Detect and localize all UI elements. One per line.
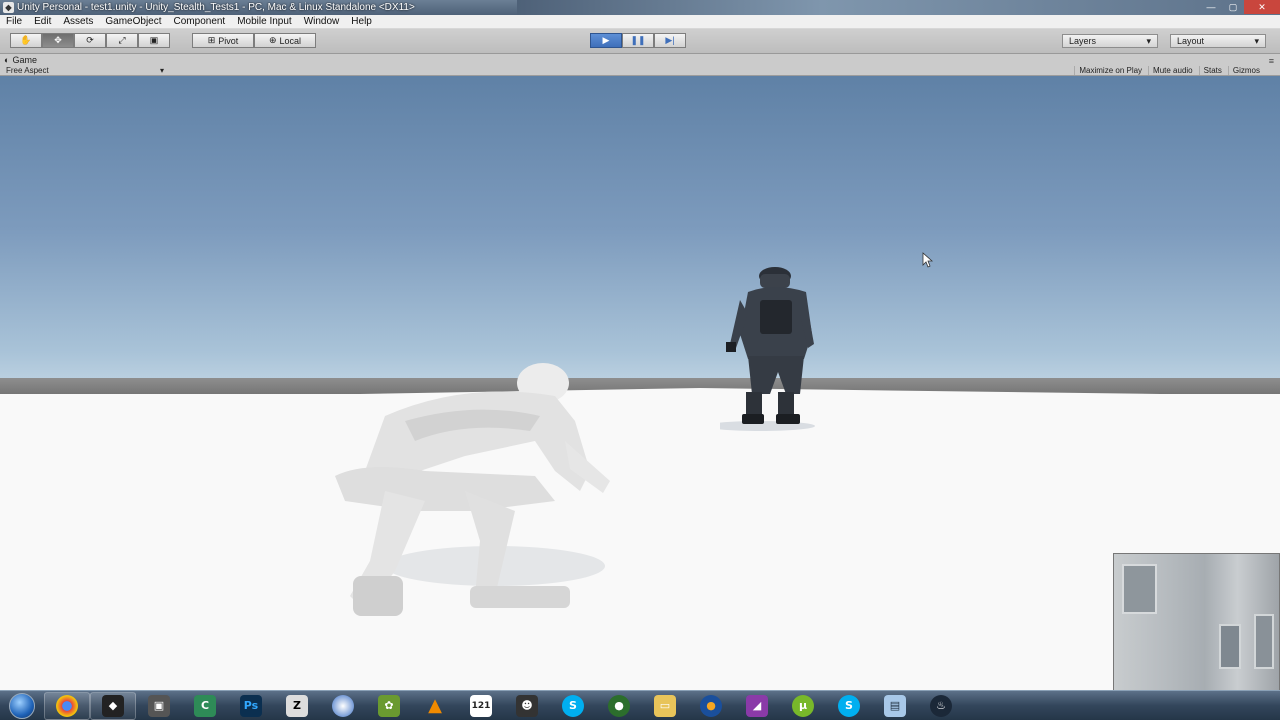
play-icon: ▶ — [602, 35, 610, 45]
crouching-character — [335, 363, 610, 616]
scale-icon: ⤢ — [118, 35, 126, 45]
network-icon[interactable]: ● — [596, 692, 642, 720]
chevron-down-icon: ▾ — [1146, 35, 1151, 46]
play-controls: ▶ ❚❚ ▶| — [590, 33, 686, 48]
menu-edit[interactable]: Edit — [28, 16, 57, 27]
layout-dropdown[interactable]: Layout ▾ — [1170, 34, 1266, 48]
menu-gameobject[interactable]: GameObject — [99, 16, 167, 27]
windows-taskbar: ◆ ▣ C Ps Z ✿ ▲ 121 ☻ S ● ▭ ● ◢ μ S ▤ ♨ — [0, 690, 1280, 720]
floor-plane — [0, 394, 1280, 690]
window-controls: — ▢ ✕ — [1200, 0, 1280, 14]
skype-icon[interactable]: S — [550, 692, 596, 720]
layers-dropdown[interactable]: Layers ▾ — [1062, 34, 1158, 48]
tab-game[interactable]: ◐ Game — [4, 55, 37, 65]
menu-help[interactable]: Help — [345, 16, 378, 27]
utorrent-icon[interactable]: μ — [780, 692, 826, 720]
hand-icon: ✋ — [20, 35, 32, 45]
aspect-dropdown[interactable]: Free Aspect ▾ — [6, 66, 164, 75]
rotate-tool-button[interactable]: ⟳ — [74, 33, 106, 48]
sphere-icon[interactable] — [320, 692, 366, 720]
unity-icon[interactable]: ◆ — [90, 691, 136, 720]
step-icon: ▶| — [665, 35, 675, 45]
game-viewport[interactable] — [0, 76, 1280, 690]
calendar-icon[interactable]: 121 — [458, 692, 504, 720]
windows-logo-icon — [9, 692, 35, 719]
game-view-options: Maximize on Play Mute audio Stats Gizmos — [1074, 66, 1264, 75]
stats-toggle[interactable]: Stats — [1198, 66, 1226, 75]
unity-editor-window: ◆ Unity Personal - test1.unity - Unity_S… — [0, 0, 1280, 720]
gizmos-dropdown[interactable]: Gizmos — [1227, 66, 1264, 75]
pivot-button[interactable]: ⊞ Pivot — [192, 33, 254, 48]
local-icon: ⊕ — [268, 35, 277, 45]
transform-tools: ✋ ✥ ⟳ ⤢ ▣ — [10, 33, 170, 48]
pause-icon: ❚❚ — [630, 35, 646, 45]
steam-icon[interactable]: ♨ — [918, 692, 964, 720]
menu-bar: File Edit Assets GameObject Component Mo… — [0, 15, 1280, 29]
move-icon: ✥ — [54, 35, 62, 45]
app-icon[interactable]: ▣ — [136, 692, 182, 720]
window-titlebar: ◆ Unity Personal - test1.unity - Unity_S… — [0, 0, 1280, 15]
local-button[interactable]: ⊕ Local — [254, 33, 316, 48]
play-button[interactable]: ▶ — [590, 33, 622, 48]
maximize-button[interactable]: ▢ — [1222, 0, 1244, 14]
game-icon: ◐ — [4, 55, 10, 65]
menu-mobile-input[interactable]: Mobile Input — [231, 16, 297, 27]
chrome-icon[interactable] — [44, 691, 90, 720]
zbrush-icon[interactable]: Z — [274, 692, 320, 720]
mute-audio-toggle[interactable]: Mute audio — [1148, 66, 1197, 75]
panel-menu-icon[interactable]: ≡ — [1269, 56, 1274, 66]
rotate-icon: ⟳ — [86, 35, 94, 45]
menu-window[interactable]: Window — [298, 16, 346, 27]
chevron-down-icon: ▾ — [1254, 35, 1259, 46]
menu-file[interactable]: File — [0, 16, 28, 27]
pause-button[interactable]: ❚❚ — [622, 33, 654, 48]
chevron-down-icon: ▾ — [159, 66, 164, 75]
hand-tool-button[interactable]: ✋ — [10, 33, 42, 48]
pivot-group: ⊞ Pivot ⊕ Local — [192, 33, 316, 48]
file-icon[interactable]: ▤ — [872, 692, 918, 720]
rect-icon: ▣ — [149, 35, 159, 45]
menu-assets[interactable]: Assets — [57, 16, 99, 27]
photoshop-icon[interactable]: Ps — [228, 692, 274, 720]
photos-icon[interactable]: ✿ — [366, 692, 412, 720]
move-tool-button[interactable]: ✥ — [42, 33, 74, 48]
window-title: Unity Personal - test1.unity - Unity_Ste… — [17, 2, 415, 13]
vlc-icon[interactable]: ▲ — [412, 692, 458, 720]
start-button[interactable] — [0, 692, 44, 720]
close-button[interactable]: ✕ — [1244, 0, 1280, 14]
camtasia-icon[interactable]: C — [182, 692, 228, 720]
game-view-header: ◐ Game Free Aspect ▾ ≡ Maximize on Play … — [0, 54, 1280, 76]
maximize-on-play-toggle[interactable]: Maximize on Play — [1074, 66, 1146, 75]
step-button[interactable]: ▶| — [654, 33, 686, 48]
mouse-cursor-icon — [922, 252, 934, 268]
ball-icon[interactable]: ● — [688, 692, 734, 720]
car-icon[interactable]: ◢ — [734, 692, 780, 720]
soldier-character — [720, 267, 815, 431]
folder-icon[interactable]: ▭ — [642, 692, 688, 720]
pivot-icon: ⊞ — [207, 35, 216, 45]
skype-icon-2[interactable]: S — [826, 692, 872, 720]
rect-tool-button[interactable]: ▣ — [138, 33, 170, 48]
main-toolbar: ✋ ✥ ⟳ ⤢ ▣ ⊞ Pivot ⊕ Local ▶ ❚❚ ▶| Layers ▾ … — [0, 29, 1280, 54]
mask-icon[interactable]: ☻ — [504, 692, 550, 720]
unity-logo-icon: ◆ — [3, 2, 14, 13]
menu-component[interactable]: Component — [168, 16, 232, 27]
scale-tool-button[interactable]: ⤢ — [106, 33, 138, 48]
minimize-button[interactable]: — — [1200, 0, 1222, 14]
